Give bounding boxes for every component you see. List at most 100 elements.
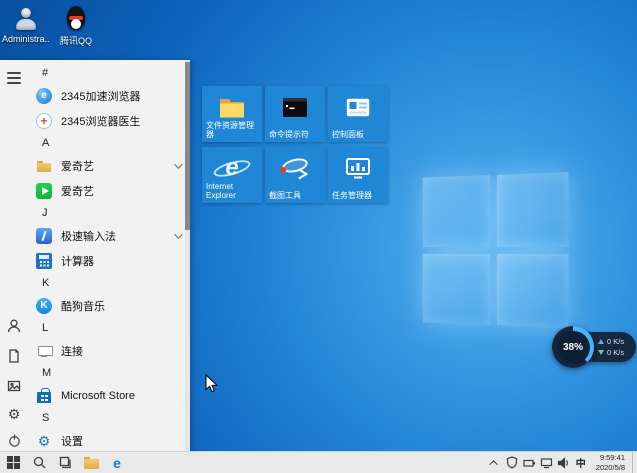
- desktop-icon-administrator[interactable]: Administra...: [2, 6, 50, 44]
- show-desktop-button[interactable]: [632, 452, 637, 473]
- gear-icon: ⚙: [8, 407, 21, 421]
- windows-logo-wallpaper: [423, 172, 569, 328]
- download-speed-row: 0 K/s: [598, 349, 636, 357]
- 2345-speed-browser-icon: e: [36, 88, 52, 104]
- taskbar-browser-button[interactable]: e: [104, 452, 130, 473]
- 2345-browser-doctor-icon: +: [36, 113, 52, 129]
- taskbar-left: e: [0, 452, 130, 473]
- app-list-header-hash[interactable]: #: [28, 63, 190, 83]
- app-item-kugou-music[interactable]: K 酷狗音乐: [28, 293, 190, 318]
- calculator-icon: [36, 253, 52, 269]
- app-list-header-l[interactable]: L: [28, 318, 190, 338]
- taskbar: e: [0, 451, 637, 473]
- security-tray-button[interactable]: [504, 452, 521, 473]
- windows-logo-pane: [496, 254, 568, 328]
- app-item-microsoft-store[interactable]: Microsoft Store: [28, 383, 190, 408]
- volume-icon: [557, 457, 570, 469]
- power-button[interactable]: [0, 426, 28, 454]
- task-manager-icon: [328, 152, 388, 184]
- power-icon: [7, 433, 22, 448]
- desktop-icon-label: Administra...: [2, 34, 50, 44]
- app-list-header-k[interactable]: K: [28, 273, 190, 293]
- network-icon: [540, 457, 553, 469]
- clock-date: 2020/5/8: [596, 463, 625, 473]
- start-menu-app-panel: ⚙ # e 2345加速浏览器 + 2345浏览器医生 A: [0, 60, 190, 451]
- search-icon: [33, 456, 46, 469]
- tile-command-prompt[interactable]: 命令提示符: [265, 86, 325, 142]
- tile-snipping-tool[interactable]: 截图工具: [265, 147, 325, 203]
- tile-internet-explorer[interactable]: e Internet Explorer: [202, 147, 262, 203]
- taskbar-clock[interactable]: 9:59:41 2020/5/8: [590, 452, 632, 473]
- pictures-button[interactable]: [0, 372, 28, 400]
- app-folder-jisu-ime[interactable]: 极速输入法: [28, 223, 190, 248]
- kugou-icon: K: [36, 298, 52, 314]
- app-item-connect[interactable]: 连接: [28, 338, 190, 363]
- windows-logo-icon: [7, 456, 20, 469]
- app-folder-iqiyi[interactable]: 爱奇艺: [28, 153, 190, 178]
- download-arrow-icon: [598, 350, 604, 355]
- battery-tray-button[interactable]: [521, 452, 538, 473]
- command-prompt-icon: [265, 91, 325, 123]
- app-list-scrollbar[interactable]: [185, 60, 190, 451]
- document-icon: [6, 348, 22, 364]
- desktop-icon-qq[interactable]: 腾讯QQ: [52, 6, 100, 47]
- app-list-header-j[interactable]: J: [28, 203, 190, 223]
- windows-logo-pane: [423, 175, 490, 246]
- file-explorer-icon: [202, 91, 262, 123]
- network-tray-button[interactable]: [538, 452, 555, 473]
- internet-explorer-icon: e: [202, 152, 262, 184]
- start-menu: ⚙ # e 2345加速浏览器 + 2345浏览器医生 A: [0, 60, 400, 451]
- folder-icon: [36, 158, 52, 174]
- app-list-header-a[interactable]: A: [28, 133, 190, 153]
- volume-tray-button[interactable]: [555, 452, 572, 473]
- hamburger-icon: [7, 72, 21, 84]
- folder-icon: [84, 457, 99, 469]
- start-button[interactable]: [0, 452, 26, 473]
- app-item-2345-speed-browser[interactable]: e 2345加速浏览器: [28, 83, 190, 108]
- input-method-indicator[interactable]: 中: [572, 452, 590, 473]
- system-tray: 中 9:59:41 2020/5/8: [487, 452, 637, 473]
- chevron-down-icon: [174, 230, 182, 238]
- clock-time: 9:59:41: [600, 453, 625, 463]
- taskbar-file-explorer-button[interactable]: [78, 452, 104, 473]
- browser-e-icon: e: [113, 456, 121, 470]
- app-item-2345-browser-doctor[interactable]: + 2345浏览器医生: [28, 108, 190, 133]
- tile-file-explorer[interactable]: 文件资源管理器: [202, 86, 262, 142]
- search-button[interactable]: [26, 452, 52, 473]
- task-view-icon: [59, 456, 72, 469]
- user-account-button[interactable]: [0, 312, 28, 340]
- network-speed-widget[interactable]: 0 K/s 0 K/s 38%: [552, 326, 636, 368]
- start-menu-rail: ⚙: [0, 60, 28, 451]
- speed-ring[interactable]: 38%: [552, 326, 594, 368]
- upload-arrow-icon: [598, 339, 604, 344]
- windows-logo-pane: [423, 253, 490, 324]
- scrollbar-thumb[interactable]: [185, 62, 190, 230]
- desktop-icon-label: 腾讯QQ: [60, 34, 92, 47]
- app-item-iqiyi[interactable]: 爱奇艺: [28, 178, 190, 203]
- task-view-button[interactable]: [52, 452, 78, 473]
- app-item-settings[interactable]: ⚙ 设置: [28, 428, 190, 451]
- app-list-header-s[interactable]: S: [28, 408, 190, 428]
- control-panel-icon: [328, 91, 388, 123]
- documents-button[interactable]: [0, 342, 28, 370]
- start-menu-app-list: # e 2345加速浏览器 + 2345浏览器医生 A 爱奇艺 爱奇艺: [28, 60, 190, 451]
- settings-button[interactable]: ⚙: [0, 400, 28, 428]
- tile-control-panel[interactable]: 控制面板: [328, 86, 388, 142]
- ime-icon: [36, 228, 52, 244]
- qq-icon: [63, 6, 89, 32]
- settings-gear-icon: ⚙: [36, 433, 52, 449]
- speed-percent: 38%: [557, 331, 590, 364]
- download-speed-value: 0 K/s: [607, 349, 624, 357]
- hamburger-menu-button[interactable]: [0, 64, 28, 92]
- microsoft-store-icon: [36, 388, 52, 404]
- hidden-icons-caret-button[interactable]: [487, 452, 504, 473]
- shield-icon: [506, 456, 518, 469]
- app-item-calculator[interactable]: 计算器: [28, 248, 190, 273]
- desktop-screen: Administra... 腾讯QQ: [0, 0, 637, 473]
- tile-task-manager[interactable]: 任务管理器: [328, 147, 388, 203]
- pictures-icon: [6, 378, 22, 394]
- app-list-header-m[interactable]: M: [28, 363, 190, 383]
- connect-icon: [36, 343, 52, 359]
- start-menu-tiles: 文件资源管理器 命令提示符 控制面板 e Internet Explorer: [202, 86, 388, 203]
- user-icon: [6, 318, 22, 334]
